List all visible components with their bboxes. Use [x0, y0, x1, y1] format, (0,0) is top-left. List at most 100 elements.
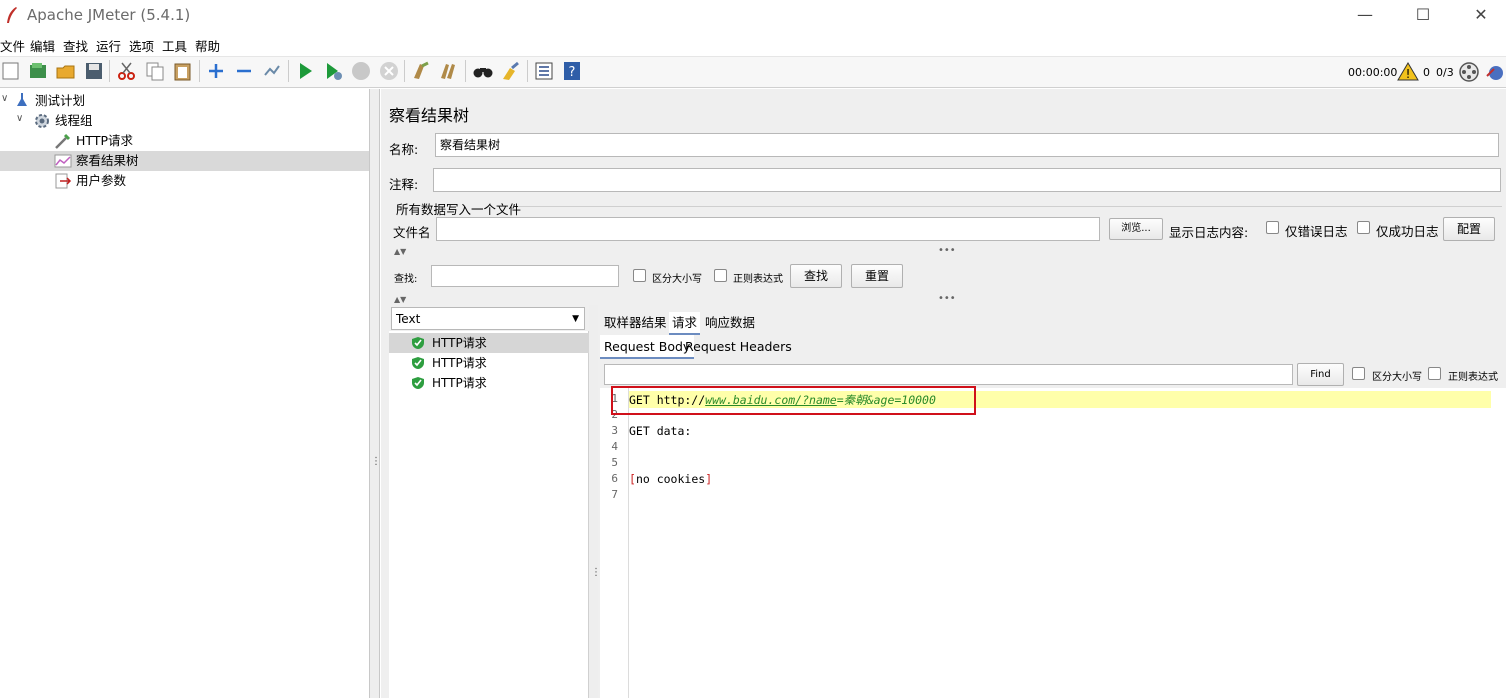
- close-button[interactable]: ✕: [1466, 4, 1496, 26]
- browse-button[interactable]: 浏览...: [1109, 218, 1163, 240]
- find-case-label: 区分大小写: [1372, 372, 1422, 383]
- divider-grip-icon[interactable]: •••: [938, 293, 956, 304]
- toggle-icon[interactable]: [261, 60, 283, 82]
- collapse-arrows-icon[interactable]: ▲▼: [394, 295, 406, 304]
- menu-edit[interactable]: 编辑: [30, 36, 55, 55]
- collapse-icon[interactable]: [233, 60, 255, 82]
- result-row[interactable]: HTTP请求: [389, 373, 589, 393]
- save-icon[interactable]: [83, 60, 105, 82]
- log-viewer-icon[interactable]: [1484, 61, 1506, 83]
- start-no-pauses-icon[interactable]: [322, 60, 344, 82]
- tab-sampler-result[interactable]: 取样器结果: [604, 312, 667, 331]
- menu-search[interactable]: 查找: [63, 36, 88, 55]
- stop-icon[interactable]: [350, 60, 372, 82]
- find-input[interactable]: [604, 364, 1293, 385]
- find-regex-label: 正则表达式: [1448, 372, 1498, 383]
- collapse-arrow-icon[interactable]: ∨: [16, 113, 23, 124]
- code-no-cookies: no cookies: [635, 472, 706, 486]
- open-icon[interactable]: [55, 60, 77, 82]
- toolbar-separator: [465, 60, 466, 82]
- renderer-selected-value: Text: [396, 312, 421, 326]
- tree-item-user-parameters[interactable]: 用户参数: [76, 171, 126, 191]
- success-only-checkbox[interactable]: [1357, 221, 1370, 234]
- clear-all-icon[interactable]: [438, 60, 460, 82]
- tab-request[interactable]: 请求: [669, 312, 701, 335]
- tree-item-http-request[interactable]: HTTP请求: [76, 131, 133, 151]
- function-helper-icon[interactable]: [533, 60, 555, 82]
- tree-splitter[interactable]: [370, 89, 380, 698]
- find-regex-checkbox[interactable]: [1428, 367, 1441, 380]
- copy-icon[interactable]: [144, 60, 166, 82]
- new-icon[interactable]: [0, 60, 22, 82]
- params-icon: [55, 173, 72, 189]
- clear-icon[interactable]: [410, 60, 432, 82]
- search-input[interactable]: [431, 265, 619, 287]
- search-binoculars-icon[interactable]: [472, 60, 494, 82]
- errors-only-checkbox[interactable]: [1266, 221, 1279, 234]
- search-button[interactable]: 查找: [790, 264, 842, 288]
- find-case-checkbox[interactable]: [1352, 367, 1365, 380]
- configure-button[interactable]: 配置: [1443, 217, 1495, 241]
- results-splitter[interactable]: [589, 305, 598, 698]
- errors-only-label: 仅错误日志: [1285, 224, 1348, 239]
- svg-text:?: ?: [569, 65, 576, 80]
- subtab-request-body[interactable]: Request Body: [600, 335, 695, 359]
- maximize-button[interactable]: ☐: [1408, 4, 1438, 26]
- success-shield-icon: [412, 377, 424, 389]
- sampler-result-list: HTTP请求 HTTP请求 HTTP请求: [389, 331, 589, 698]
- code-line-3: GET data:: [629, 424, 692, 438]
- comment-label: 注释:: [389, 177, 419, 192]
- success-shield-icon: [412, 357, 424, 369]
- splitter-grip-icon[interactable]: ⋮: [371, 457, 381, 467]
- case-sensitive-label: 区分大小写: [652, 274, 702, 285]
- cut-icon[interactable]: [116, 60, 138, 82]
- filename-label: 文件名: [393, 225, 431, 240]
- collapse-arrow-icon[interactable]: ∨: [1, 93, 8, 104]
- name-input[interactable]: 察看结果树: [435, 133, 1499, 157]
- result-row[interactable]: HTTP请求: [389, 353, 589, 373]
- reset-search-icon[interactable]: [500, 60, 522, 82]
- shutdown-icon[interactable]: [378, 60, 400, 82]
- toolbar-separator: [527, 60, 528, 82]
- tab-response-data[interactable]: 响应数据: [705, 312, 755, 331]
- group-border: [518, 206, 1502, 207]
- divider-grip-icon[interactable]: •••: [938, 245, 956, 256]
- menu-options[interactable]: 选项: [129, 36, 154, 55]
- comment-input[interactable]: [433, 168, 1501, 192]
- expand-icon[interactable]: [205, 60, 227, 82]
- tree-item-view-results-tree[interactable]: 察看结果树: [76, 151, 139, 171]
- line-number: 7: [611, 488, 618, 501]
- line-number-gutter: 1 2 3 4 5 6 7: [600, 388, 629, 698]
- help-icon[interactable]: ?: [561, 60, 583, 82]
- case-sensitive-checkbox[interactable]: [633, 269, 646, 282]
- reset-button[interactable]: 重置: [851, 264, 903, 288]
- running-indicator-icon: [1459, 62, 1479, 82]
- start-icon[interactable]: [294, 60, 316, 82]
- result-row[interactable]: HTTP请求: [389, 333, 589, 353]
- templates-icon[interactable]: [27, 60, 49, 82]
- paste-icon[interactable]: [172, 60, 194, 82]
- code-bracket-close: ]: [705, 472, 713, 486]
- highlight-annotation-box: [611, 386, 976, 415]
- minimize-button[interactable]: —: [1350, 4, 1380, 26]
- menu-help[interactable]: 帮助: [195, 36, 220, 55]
- line-number: 4: [611, 440, 618, 453]
- renderer-select[interactable]: Text ▼: [391, 307, 585, 330]
- regex-checkbox[interactable]: [714, 269, 727, 282]
- find-button[interactable]: Find: [1297, 363, 1344, 386]
- menu-file[interactable]: 文件: [0, 36, 25, 55]
- subtab-request-headers[interactable]: Request Headers: [685, 339, 792, 354]
- search-label: 查找:: [394, 274, 418, 285]
- line-number: 5: [611, 456, 618, 469]
- menu-run[interactable]: 运行: [96, 36, 121, 55]
- tree-item-thread-group[interactable]: 线程组: [55, 111, 93, 131]
- collapse-arrows-icon[interactable]: ▲▼: [394, 247, 406, 256]
- tree-item-test-plan[interactable]: 测试计划: [35, 91, 85, 111]
- filename-input[interactable]: [436, 217, 1100, 241]
- dropdown-arrow-icon: ▼: [572, 314, 579, 324]
- menu-tools[interactable]: 工具: [162, 36, 187, 55]
- request-body-editor[interactable]: [600, 388, 1506, 698]
- toolbar-separator: [109, 60, 110, 82]
- warning-icon[interactable]: !: [1397, 61, 1419, 81]
- log-content-label: 显示日志内容:: [1169, 225, 1249, 240]
